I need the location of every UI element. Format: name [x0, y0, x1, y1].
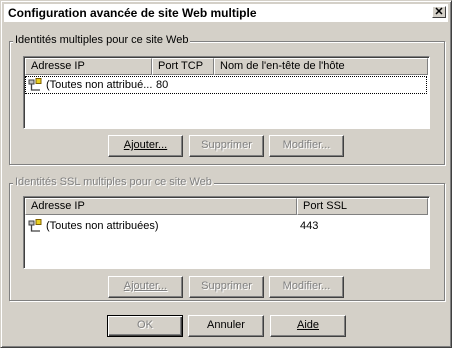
network-adapter-icon [28, 219, 42, 232]
ok-button[interactable]: OK [107, 315, 183, 337]
ssl-column-header-port[interactable]: Port SSL [297, 198, 428, 215]
title-bar[interactable]: Configuration avancée de site Web multip… [4, 4, 448, 22]
modify-identity-label: Modifier... [282, 139, 331, 151]
identities-list[interactable]: Adresse IP Port TCP Nom de l'en-tête de … [23, 56, 430, 129]
column-header-host[interactable]: Nom de l'en-tête de l'hôte [214, 58, 428, 75]
column-header-port[interactable]: Port TCP [152, 58, 214, 75]
remove-ssl-identity-label: Supprimer [201, 280, 252, 292]
close-icon[interactable]: ✕ [432, 6, 446, 18]
ssl-ip-cell: (Toutes non attribuées) [46, 220, 159, 232]
ssl-identities-list[interactable]: Adresse IP Port SSL (Toutes non attribué… [23, 196, 430, 269]
add-identity-button[interactable]: Ajouter... [108, 135, 183, 157]
dialog-window: Configuration avancée de site Web multip… [0, 0, 452, 348]
add-ssl-identity-button[interactable]: Ajouter... [108, 276, 183, 298]
add-ssl-identity-label: Ajouter... [123, 280, 168, 292]
identity-ip-cell: (Toutes non attribué... [46, 79, 153, 91]
remove-identity-button[interactable]: Supprimer [189, 135, 264, 157]
identity-port-cell: 80 [156, 79, 169, 91]
ok-label: OK [137, 319, 153, 331]
ssl-identity-row[interactable]: (Toutes non attribuées) 443 [26, 218, 426, 234]
modify-ssl-identity-label: Modifier... [282, 280, 331, 292]
identity-row[interactable]: (Toutes non attribué... 80 [25, 76, 427, 94]
network-adapter-icon [28, 78, 42, 91]
help-label: Aide [296, 319, 320, 331]
ssl-port-cell: 443 [300, 220, 319, 232]
modify-identity-button[interactable]: Modifier... [269, 135, 344, 157]
help-button[interactable]: Aide [270, 315, 346, 337]
identities-legend: Identités multiples pour ce site Web [13, 34, 191, 46]
ssl-column-header-ip[interactable]: Adresse IP [25, 198, 297, 215]
modify-ssl-identity-button[interactable]: Modifier... [269, 276, 344, 298]
remove-identity-label: Supprimer [201, 139, 252, 151]
cancel-button[interactable]: Annuler [188, 315, 264, 337]
remove-ssl-identity-button[interactable]: Supprimer [189, 276, 264, 298]
column-header-ip[interactable]: Adresse IP [25, 58, 152, 75]
dialog-title: Configuration avancée de site Web multip… [8, 6, 257, 20]
ssl-identities-legend: Identités SSL multiples pour ce site Web [13, 176, 214, 188]
cancel-label: Annuler [207, 319, 245, 331]
add-identity-label: Ajouter... [123, 139, 168, 151]
